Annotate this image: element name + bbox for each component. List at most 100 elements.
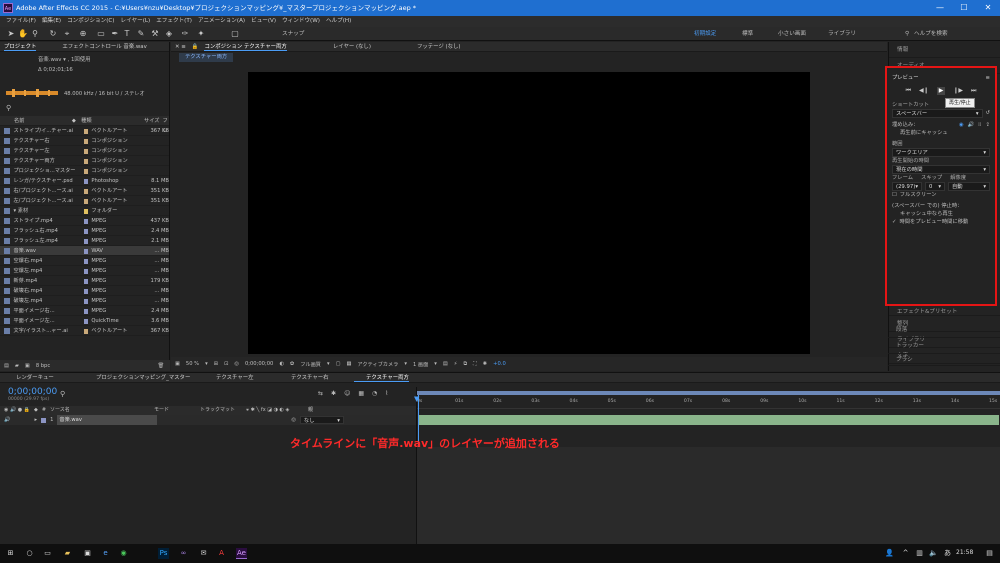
- include-audio-icon[interactable]: 🔊: [968, 121, 975, 129]
- pan-behind-tool-icon[interactable]: ⊕: [78, 29, 88, 39]
- transparency-grid-icon[interactable]: ▦: [346, 361, 351, 367]
- zoom-tool-icon[interactable]: ⚲: [30, 29, 40, 39]
- tab-texture-right[interactable]: テクスチャー右: [279, 373, 354, 382]
- new-composition-icon[interactable]: ▣: [25, 363, 30, 369]
- project-item-row[interactable]: テクスチャー両方 コンポジション: [0, 156, 169, 166]
- file-explorer-icon[interactable]: ▰: [62, 548, 73, 559]
- timeline-current-time[interactable]: 0;00;00;00: [8, 387, 57, 397]
- volume-icon[interactable]: 🔈: [928, 548, 939, 559]
- label-color-swatch[interactable]: [83, 268, 89, 274]
- notifications-icon[interactable]: ▤: [984, 548, 995, 559]
- tracker-panel-header[interactable]: トラッカー: [888, 338, 1000, 354]
- label-color-swatch[interactable]: [83, 238, 89, 244]
- selection-tool-icon[interactable]: ➤: [6, 29, 16, 39]
- minimize-icon[interactable]: —: [928, 0, 952, 16]
- tab-texture-left[interactable]: テクスチャー左: [204, 373, 279, 382]
- mode-column[interactable]: モード: [154, 406, 196, 415]
- snap-checkbox-icon[interactable]: ▢: [230, 29, 240, 39]
- trkmat-column[interactable]: トラックマット: [200, 406, 242, 415]
- current-time-display[interactable]: 0;00;00;00: [245, 361, 273, 367]
- column-label-icon[interactable]: ◆: [72, 116, 81, 125]
- av-features-icon[interactable]: ◉ 🔊 ● 🔒: [4, 406, 30, 415]
- tab-effect-controls[interactable]: エフェクトコントロール 音楽.wav: [62, 42, 146, 51]
- time-ruler[interactable]: 0s 01s 02s 03s 04s 05s 06s 07s 08s 09s 10s 11s 12s 13…: [417, 399, 1000, 409]
- parent-column[interactable]: 親: [308, 406, 313, 415]
- resolution-dropdown-arrow-icon[interactable]: ▾: [327, 361, 330, 367]
- tab-project[interactable]: プロジェクト: [4, 42, 37, 51]
- timeline-time-area[interactable]: 0s 01s 02s 03s 04s 05s 06s 07s 08s 09s 10s 11s 12s 13…: [414, 387, 1000, 545]
- parent-dropdown[interactable]: なし ▾: [299, 416, 344, 424]
- project-item-row[interactable]: 破壊右.mp4 MPEG ... MB: [0, 286, 169, 296]
- composition-subtab[interactable]: テクスチャー両方: [179, 53, 234, 62]
- include-video-icon[interactable]: ◉: [959, 121, 964, 129]
- project-item-row[interactable]: 平面イメージ左... QuickTime 3.6 MB: [0, 316, 169, 326]
- snapshot-camera-icon[interactable]: ◎: [234, 361, 239, 367]
- project-item-row[interactable]: テクスチャー右 コンポジション: [0, 136, 169, 146]
- project-search-icon[interactable]: ⚲: [6, 104, 11, 112]
- project-item-row[interactable]: フラッシュ右.mp4 MPEG 2.4 MB: [0, 226, 169, 236]
- source-name-column[interactable]: ソース名: [50, 406, 150, 415]
- tray-chevron-icon[interactable]: ^: [900, 548, 911, 559]
- menu-composition[interactable]: コンポジション(C): [67, 16, 114, 27]
- bpc-label[interactable]: 8 bpc: [36, 363, 50, 369]
- maximize-icon[interactable]: ☐: [952, 0, 976, 16]
- rotate-tool-icon[interactable]: ↻: [48, 29, 58, 39]
- audio-layer-bar[interactable]: [419, 415, 999, 425]
- label-color-swatch[interactable]: [83, 288, 89, 294]
- show-snapshot-icon[interactable]: ◐: [279, 361, 284, 367]
- last-frame-icon[interactable]: ⏭: [971, 87, 976, 95]
- project-item-row[interactable]: 平面イメージ右... MPEG 2.4 MB: [0, 306, 169, 316]
- workspace-small-screen[interactable]: 小さい画面: [778, 29, 806, 39]
- project-item-row[interactable]: 左/プロジェクト...ース.ai ベクトルアート 351 KB: [0, 196, 169, 206]
- region-of-interest-icon[interactable]: ▢: [336, 361, 341, 367]
- safe-zone-icon[interactable]: ⊡: [224, 361, 228, 367]
- menu-window[interactable]: ウィンドウ(W): [282, 16, 320, 27]
- task-view-icon[interactable]: ▭: [42, 548, 53, 559]
- label-color-swatch[interactable]: [83, 258, 89, 264]
- workspace-standard[interactable]: 標準: [742, 29, 753, 39]
- fullscreen-checkbox-icon[interactable]: ☐: [892, 191, 897, 199]
- taskbar-clock[interactable]: 21:58: [956, 549, 973, 556]
- project-item-row[interactable]: 新芽.mp4 MPEG 179 KB: [0, 276, 169, 286]
- zoom-dropdown-arrow-icon[interactable]: ▾: [205, 361, 208, 367]
- label-color-swatch[interactable]: [83, 158, 89, 164]
- menu-view[interactable]: ビュー(V): [251, 16, 276, 27]
- composition-viewer-canvas[interactable]: [248, 72, 810, 354]
- search-icon[interactable]: ⚲: [905, 29, 909, 39]
- chrome-icon[interactable]: ◉: [118, 548, 129, 559]
- project-item-row[interactable]: ストライプ.mp4 MPEG 437 KB: [0, 216, 169, 226]
- cache-before-playback-option[interactable]: 再生前にキャッシュ: [892, 129, 990, 137]
- label-color-swatch[interactable]: [83, 328, 89, 334]
- info-panel-header[interactable]: 情報: [889, 42, 1000, 58]
- eraser-tool-icon[interactable]: ◈: [164, 29, 174, 39]
- layer-name[interactable]: 音楽.wav: [57, 415, 158, 425]
- frame-blending-icon[interactable]: ▦: [358, 390, 364, 397]
- clone-stamp-tool-icon[interactable]: ⚒: [150, 29, 160, 39]
- store-icon[interactable]: ▣: [82, 548, 93, 559]
- menu-animation[interactable]: アニメーション(A): [198, 16, 245, 27]
- type-tool-icon[interactable]: T: [122, 29, 132, 39]
- previous-frame-icon[interactable]: ◀❙: [919, 87, 929, 95]
- project-item-row[interactable]: レンガ/テクスチャー.psd Photoshop 8.1 MB: [0, 176, 169, 186]
- if-caching-play-option[interactable]: キャッシュ中なら再生: [892, 210, 990, 218]
- range-dropdown[interactable]: ワークエリア ▾: [892, 148, 990, 157]
- brushes-panel-header[interactable]: ブラシ: [888, 354, 1000, 366]
- after-effects-taskbar-icon[interactable]: Ae: [236, 548, 247, 559]
- mail-icon[interactable]: ✉: [198, 548, 209, 559]
- resolution-preview-dropdown[interactable]: 自動 ▾: [948, 182, 990, 191]
- comp-flowchart-icon[interactable]: ⛶: [473, 361, 477, 368]
- first-frame-icon[interactable]: ⏮: [906, 87, 911, 95]
- label-color-swatch[interactable]: [83, 178, 89, 184]
- shortcut-dropdown[interactable]: スペースバー ▾: [892, 109, 983, 118]
- menu-help[interactable]: ヘルプ(H): [326, 16, 351, 27]
- effects-presets-panel-header[interactable]: エフェクト&プリセット: [889, 308, 1000, 316]
- zoom-dropdown[interactable]: 50 %: [186, 361, 199, 367]
- project-item-row[interactable]: 破壊左.mp4 MPEG ... MB: [0, 296, 169, 306]
- user-icon[interactable]: 👤: [884, 548, 895, 559]
- play-from-dropdown[interactable]: 現在の時間 ▾: [892, 165, 990, 174]
- column-type[interactable]: 種類: [81, 116, 133, 125]
- project-item-row[interactable]: ストライプ/イ...チャー.ai ベクトルアート 367 KB: [0, 126, 169, 136]
- move-time-check-icon[interactable]: ✓: [892, 218, 896, 226]
- audio-toggle-icon[interactable]: 🔊: [4, 415, 10, 425]
- label-color-swatch[interactable]: [83, 278, 89, 284]
